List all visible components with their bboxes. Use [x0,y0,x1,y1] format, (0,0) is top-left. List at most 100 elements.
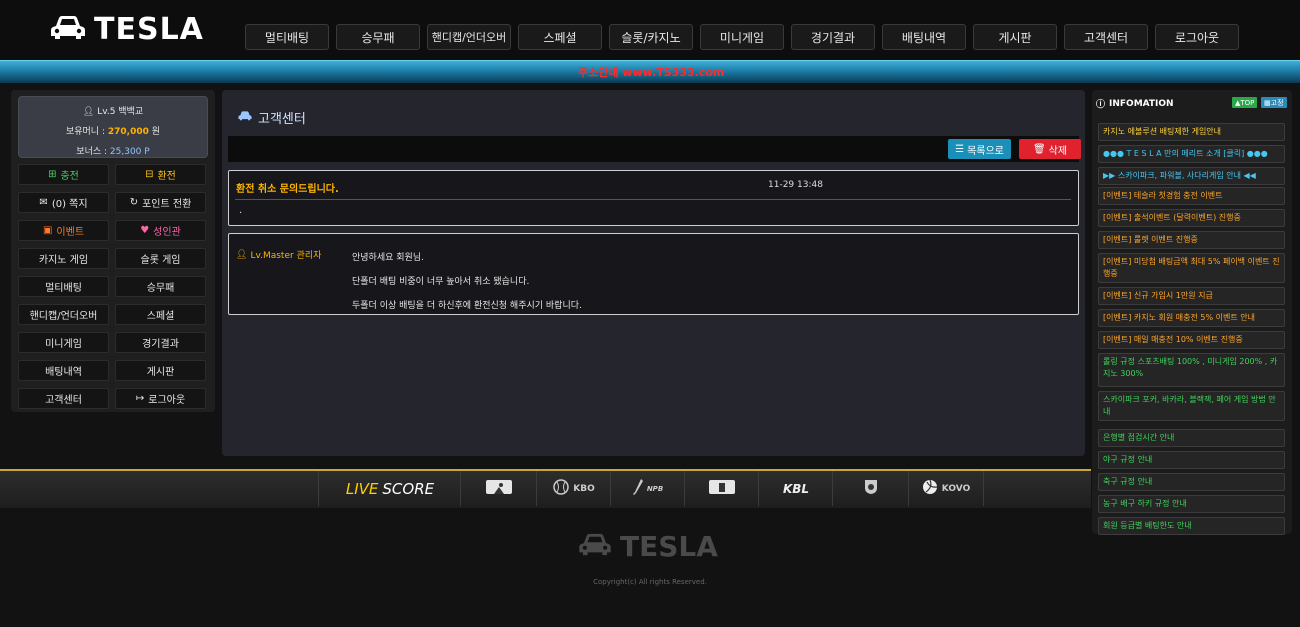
info-item[interactable]: [이벤트] 카지노 회원 매충전 5% 이벤트 안내 [1098,309,1285,327]
info-item[interactable]: 카지노 에볼루션 배팅제한 게임안내 [1098,123,1285,141]
kovo-link[interactable]: KOVO [908,471,984,506]
envelope-icon: ✉ [39,197,48,208]
user-bonus: 보너스 : 25,300 P [76,147,150,157]
user-info-box: 👤︎ Lv.5 백백교 보유머니 : 270,000 원 보너스 : 25,30… [18,96,208,158]
refresh-icon: ↻ [129,197,139,208]
info-item[interactable]: 롤링 규정 스포츠배팅 100% , 미니게임 200% , 카지노 300% [1098,353,1285,387]
info-item[interactable]: [이벤트] 테슬라 첫경험 충전 이벤트 [1098,187,1285,205]
ticker-bar: 주소안내 www.TS333.com [0,60,1300,83]
mini-game-button[interactable]: 미니게임 [18,332,109,353]
logo[interactable]: TESLA [50,12,204,47]
reply-line: 안녕하세요 회원님. [352,253,424,263]
event-button[interactable]: ▣ 이벤트 [18,220,109,241]
multi-bet-button[interactable]: 멀티배팅 [18,276,109,297]
nav-bet-history[interactable]: 배팅내역 [882,24,966,50]
nba-icon [709,480,735,497]
special-button[interactable]: 스페셜 [115,304,206,325]
baseball-icon [553,479,569,498]
ticker-text: 주소안내 www.TS333.com [578,66,725,79]
exchange-button[interactable]: ⊟ 환전 [115,164,206,185]
footer-logo-text: TESLA [620,530,718,563]
point-convert-button[interactable]: ↻ 포인트 전환 [115,192,206,213]
kbl-link[interactable]: KBL [758,471,833,506]
volleyball-icon [922,479,938,498]
info-item[interactable]: 회원 등급별 배팅한도 안내 [1098,517,1285,535]
info-panel: ⓘ INFOMATION ▲ TOP ▦ 고정 카지노 에볼루션 배팅제한 게임… [1092,90,1292,535]
car-icon [578,533,612,561]
nav-handicap[interactable]: 핸디캡/언더오버 [427,24,511,50]
info-item[interactable]: 야구 규정 안내 [1098,451,1285,469]
footer-logo: TESLA [578,530,718,563]
user-money: 보유머니 : 270,000 원 [65,127,161,137]
info-icon: ⓘ [1096,100,1106,110]
reply-line: 단폴더 배팅 비중이 너무 높아서 취소 됐습니다. [352,277,530,287]
copyright: Copyright(c) All rights Reserved. [593,578,707,586]
info-item[interactable]: [이벤트] 출석이벤트 (달력이벤트) 진행중 [1098,209,1285,227]
livescore-logo[interactable]: LIVE SCORE [318,471,461,506]
user-level: 👤︎ Lv.5 백백교 [82,107,144,117]
left-sidebar: 👤︎ Lv.5 백백교 보유머니 : 270,000 원 보너스 : 25,30… [11,90,215,412]
bonus-value: 25,300 P [109,147,150,157]
post-divider [235,199,1071,200]
info-item[interactable]: [이벤트] 매일 매충전 10% 이벤트 진행중 [1098,331,1285,349]
nav-multi-bet[interactable]: 멀티배팅 [245,24,329,50]
list-icon: ☰ [955,143,965,155]
adult-button[interactable]: ♥ 성인관 [115,220,206,241]
reply-box: 👤︎ Lv.Master 관리자 안녕하세요 회원님. 단폴더 배팅 비중이 너… [228,233,1079,315]
nav-logout[interactable]: 로그아웃 [1155,24,1239,50]
casino-game-button[interactable]: 카지노 게임 [18,248,109,269]
info-item[interactable]: 은행별 점검시간 안내 [1098,429,1285,447]
main-content: 고객센터 ☰ 목록으로 🗑︎ 삭제 환전 취소 문의드립니다. 11-29 13… [222,90,1085,456]
nav-win-lose[interactable]: 승무패 [336,24,420,50]
info-item[interactable]: [이벤트] 신규 가입시 1만원 지급 [1098,287,1285,305]
mlb-link[interactable] [460,471,537,506]
heart-icon: ♥ [140,225,150,236]
minus-square-icon: ⊟ [145,169,154,180]
header: TESLA 멀티배팅 승무패 핸디캡/언더오버 스페셜 슬롯/카지노 미니게임 … [0,0,1300,60]
fixed-badge[interactable]: ▦ 고정 [1261,97,1287,108]
info-item[interactable]: ▶▶ 스카이파크, 파워볼, 사다리게임 안내 ◀◀ [1098,167,1285,185]
handicap-button[interactable]: 핸디캡/언더오버 [18,304,109,325]
board-button[interactable]: 게시판 [115,360,206,381]
info-title: ⓘ INFOMATION [1096,98,1174,111]
livescore-bar: LIVE SCORE KBO NPB KBL KOVO [0,469,1091,508]
post-date: 11-29 13:48 [768,180,823,190]
logout-button[interactable]: ↦ 로그아웃 [115,388,206,409]
car-icon [50,15,86,45]
kbo-link[interactable]: KBO [536,471,611,506]
nba-link[interactable] [684,471,759,506]
user-icon: 👤︎ [236,249,248,260]
user-icon: 👤︎ [82,107,95,117]
bet-history-button[interactable]: 배팅내역 [18,360,109,381]
npb-link[interactable]: NPB [610,471,685,506]
nav-slot-casino[interactable]: 슬롯/카지노 [609,24,693,50]
logo-text: TESLA [94,12,204,47]
results-button[interactable]: 경기결과 [115,332,206,353]
charge-button[interactable]: ⊞ 충전 [18,164,109,185]
reply-author: 👤︎ Lv.Master 관리자 [236,249,322,262]
nav-special[interactable]: 스페셜 [518,24,602,50]
info-item[interactable]: 농구 배구 하키 규정 안내 [1098,495,1285,513]
top-badge[interactable]: ▲ TOP [1232,97,1258,108]
main-nav: 멀티배팅 승무패 핸디캡/언더오버 스페셜 슬롯/카지노 미니게임 경기결과 배… [245,24,1239,50]
post-toolbar: ☰ 목록으로 🗑︎ 삭제 [228,136,1081,162]
info-item[interactable]: [이벤트] 미당첨 배팅금액 최대 5% 페이백 이벤트 진행중 [1098,253,1285,283]
nav-customer-center[interactable]: 고객센터 [1064,24,1148,50]
nav-results[interactable]: 경기결과 [791,24,875,50]
info-item[interactable]: ●●● T E S L A 만의 메리트 소개 [클릭] ●●● [1098,145,1285,163]
win-lose-button[interactable]: 승무패 [115,276,206,297]
mlb-icon [486,480,512,497]
nhl-link[interactable] [832,471,909,506]
info-header: ⓘ INFOMATION ▲ TOP ▦ 고정 [1096,94,1288,112]
info-item[interactable]: [이벤트] 룰렛 이벤트 진행중 [1098,231,1285,249]
bat-icon [632,479,643,498]
messages-button[interactable]: ✉ (0) 쪽지 [18,192,109,213]
nav-board[interactable]: 게시판 [973,24,1057,50]
back-to-list-button[interactable]: ☰ 목록으로 [948,139,1011,159]
info-item[interactable]: 스카이파크 포커, 바카라, 블랙잭, 페어 게임 방법 안내 [1098,391,1285,421]
customer-center-button[interactable]: 고객센터 [18,388,109,409]
slot-game-button[interactable]: 슬롯 게임 [115,248,206,269]
delete-button[interactable]: 🗑︎ 삭제 [1019,139,1081,159]
info-item[interactable]: 축구 규정 안내 [1098,473,1285,491]
nav-mini-game[interactable]: 미니게임 [700,24,784,50]
